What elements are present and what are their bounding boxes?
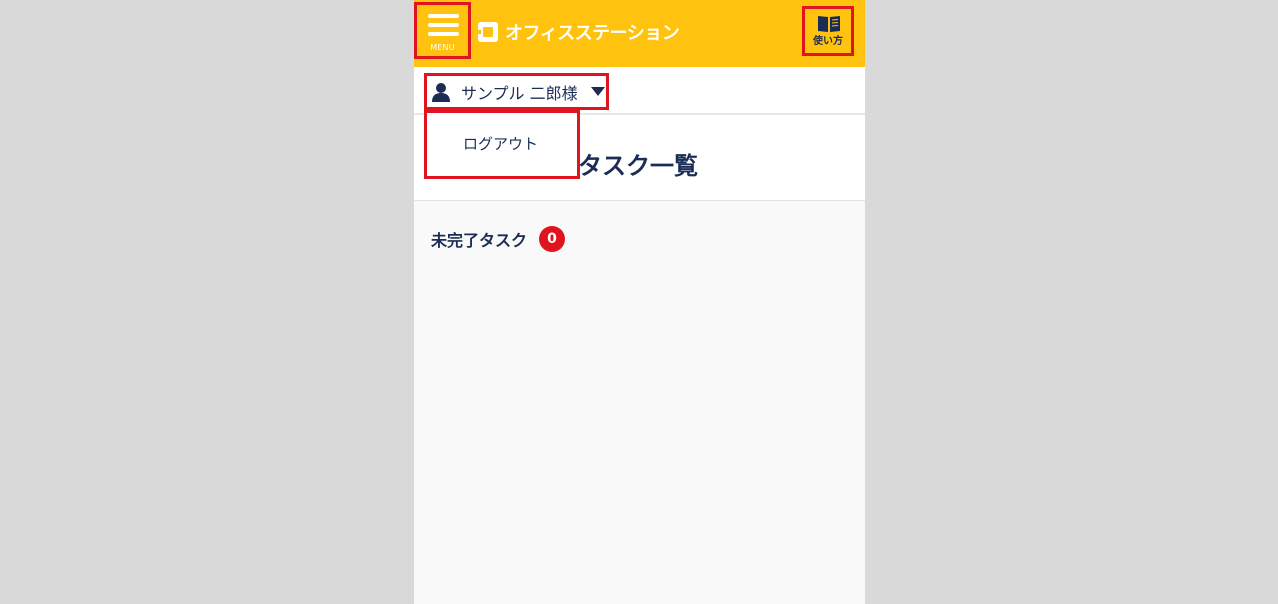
- page-title: タスク一覧: [578, 152, 698, 180]
- user-bar: サンプル 二郎様: [414, 67, 865, 115]
- brand-name: オフィスステーション: [505, 23, 680, 44]
- user-name: サンプル 二郎様: [461, 83, 578, 103]
- user-icon: [432, 82, 450, 102]
- brand-logo-icon: [477, 22, 498, 42]
- user-menu-button[interactable]: サンプル 二郎様: [424, 73, 609, 110]
- chevron-down-icon: [590, 87, 605, 96]
- brand[interactable]: オフィスステーション: [477, 18, 680, 46]
- incomplete-tasks-label: 未完了タスク: [431, 231, 528, 250]
- book-icon: [818, 16, 840, 32]
- user-dropdown-menu: ログアウト: [424, 110, 580, 179]
- logout-menu-item[interactable]: ログアウト: [463, 133, 538, 154]
- app-screen: MENU オフィスステーション 使い方 サンプル 二郎様 タスク一覧 ログアウト…: [414, 0, 865, 604]
- help-button[interactable]: 使い方: [802, 6, 854, 56]
- help-label: 使い方: [813, 36, 843, 47]
- hamburger-icon: [428, 14, 459, 18]
- incomplete-count-badge: 0: [539, 226, 566, 252]
- menu-button[interactable]: MENU: [414, 2, 471, 59]
- menu-label: MENU: [430, 43, 455, 52]
- app-header: MENU オフィスステーション 使い方: [414, 0, 865, 67]
- incomplete-tasks-section: 未完了タスク 0: [431, 226, 566, 252]
